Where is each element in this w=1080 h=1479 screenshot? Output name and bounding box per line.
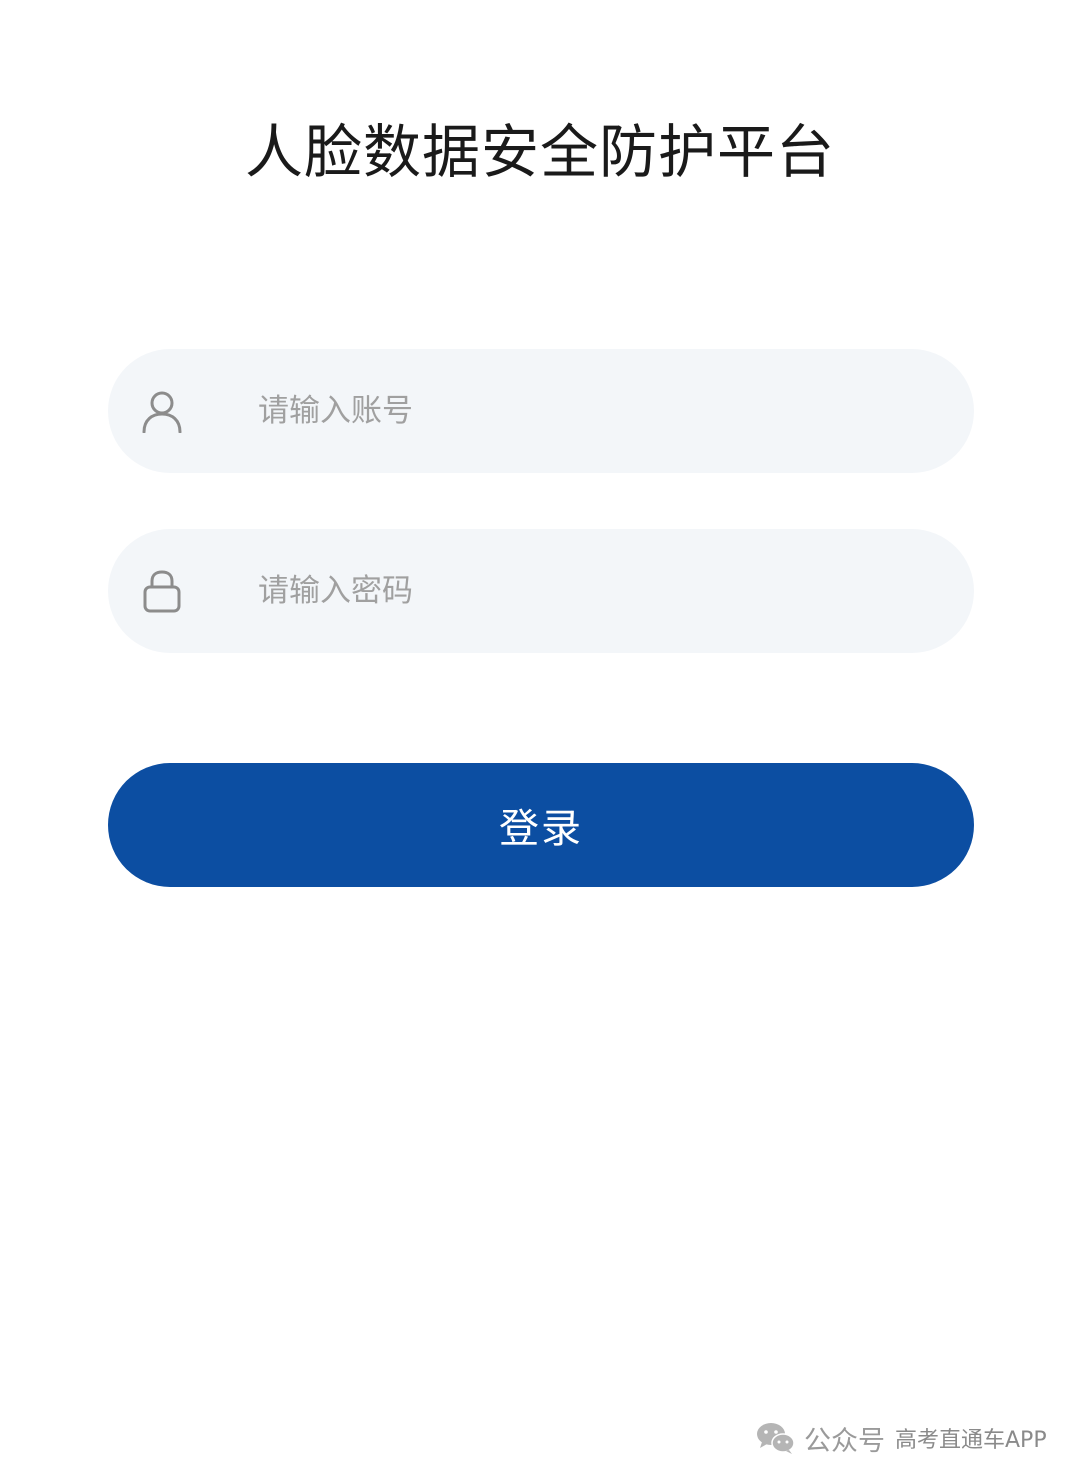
wechat-icon [757,1423,795,1454]
username-input[interactable] [258,349,938,473]
page-title: 人脸数据安全防护平台 [244,118,835,186]
user-icon [140,389,184,433]
password-field[interactable] [108,529,974,653]
account-type-label: 公众号 [804,1425,885,1457]
username-field[interactable] [108,349,974,473]
account-name-label: 高考直通车APP [895,1428,1047,1453]
footer-watermark: 公众号 高考直通车APP [756,1416,1047,1460]
lock-icon [140,569,184,613]
login-button[interactable]: 登录 [108,763,974,887]
password-input[interactable] [258,529,938,653]
